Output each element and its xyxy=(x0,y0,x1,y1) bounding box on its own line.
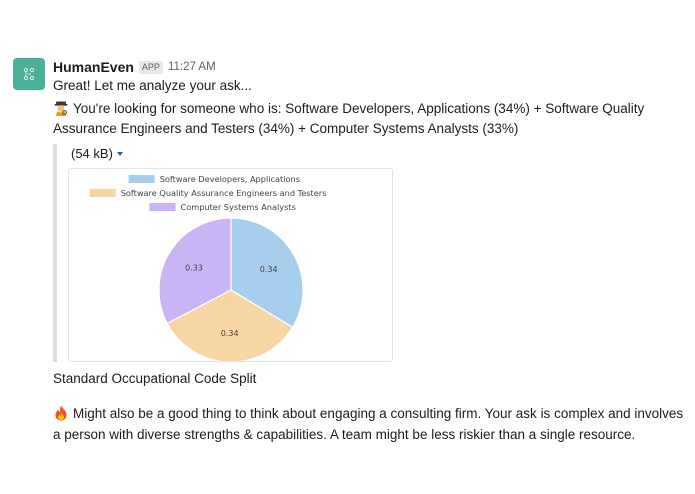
legend-label: Software Quality Assurance Engineers and… xyxy=(121,188,327,198)
chart-legend: Software Developers, Applications Softwar… xyxy=(89,174,327,212)
legend-swatch xyxy=(89,189,116,197)
legend-swatch xyxy=(149,203,176,211)
file-size-label: (54 kB) xyxy=(71,146,113,161)
file-attachment: (54 kB) Software Developers, Application… xyxy=(53,144,397,363)
pie-chart: Software Developers, Applications Softwar… xyxy=(89,174,327,363)
legend-swatch xyxy=(128,175,155,183)
timestamp[interactable]: 11:27 AM xyxy=(168,61,216,73)
attachment-caption: Standard Occupational Code Split xyxy=(53,371,257,386)
chart-image[interactable]: Software Developers, Applications Softwar… xyxy=(68,168,393,363)
message-paragraph: Might also be a good thing to think abou… xyxy=(53,403,693,445)
message-line-1: Great! Let me analyze your ask... xyxy=(53,78,252,93)
legend-label: Computer Systems Analysts xyxy=(181,202,296,212)
caret-down-icon xyxy=(116,152,123,156)
file-size-toggle[interactable]: (54 kB) xyxy=(71,146,123,161)
message-line-2: You're looking for someone who is: Softw… xyxy=(53,99,689,139)
message-paragraph-text: Might also be a good thing to think abou… xyxy=(53,406,684,442)
pie-data-label: 0.33 xyxy=(185,264,203,273)
pie-data-label: 0.34 xyxy=(221,329,239,338)
pie-data-label: 0.34 xyxy=(260,265,278,274)
message-line-2-text: You're looking for someone who is: Softw… xyxy=(53,101,645,136)
detective-emoji-icon xyxy=(53,100,69,116)
bot-avatar[interactable] xyxy=(13,58,45,90)
pie-slices xyxy=(158,217,304,363)
app-logo-icon xyxy=(23,67,35,81)
message-header: HumanEven APP 11:27 AM xyxy=(53,58,689,76)
app-badge: APP xyxy=(138,60,163,74)
fire-emoji-icon xyxy=(53,405,69,421)
legend-label: Software Developers, Applications xyxy=(160,174,300,184)
message-block: HumanEven APP 11:27 AM Great! Let me ana… xyxy=(53,58,689,139)
sender-name[interactable]: HumanEven xyxy=(53,59,134,75)
